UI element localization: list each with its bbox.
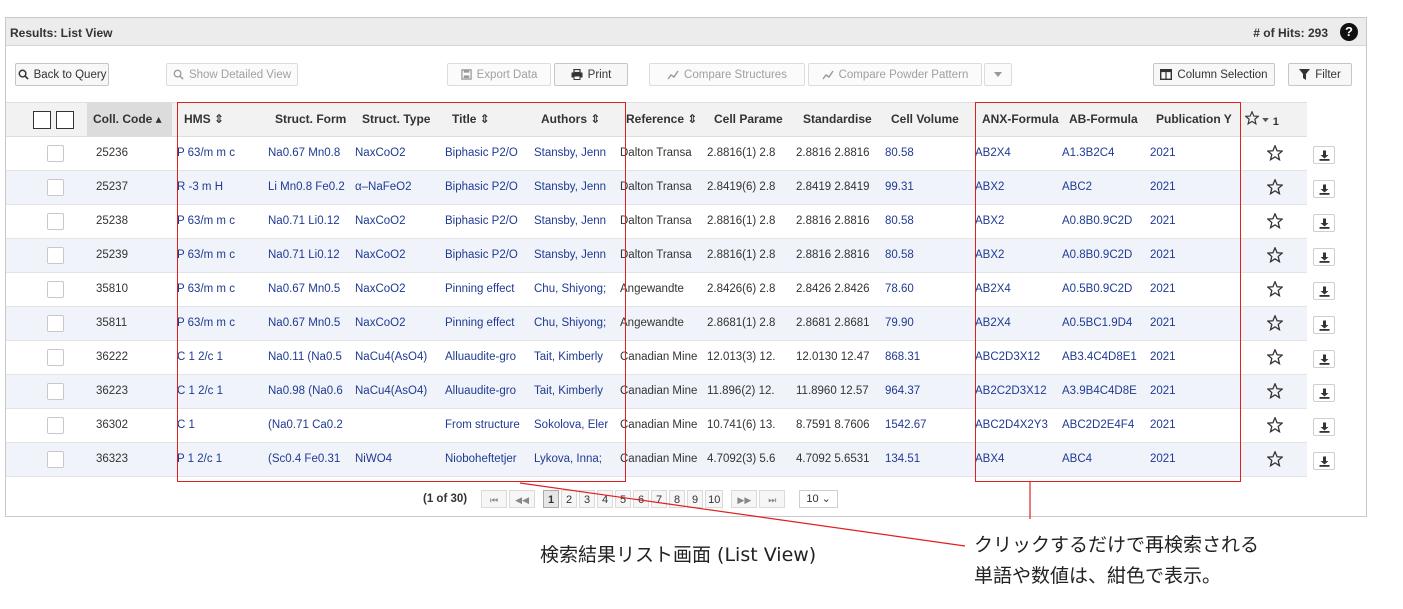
caption-list-view: 検索結果リスト画面 (List View) <box>540 544 817 566</box>
caption-link-note: クリックするだけで再検索される 単語や数値は、紺色で表示。 <box>974 530 1259 592</box>
annotation-lines <box>519 482 1031 547</box>
caption-line-1: クリックするだけで再検索される <box>974 534 1260 556</box>
caption-line-2: 単語や数値は、紺色で表示。 <box>974 565 1222 587</box>
